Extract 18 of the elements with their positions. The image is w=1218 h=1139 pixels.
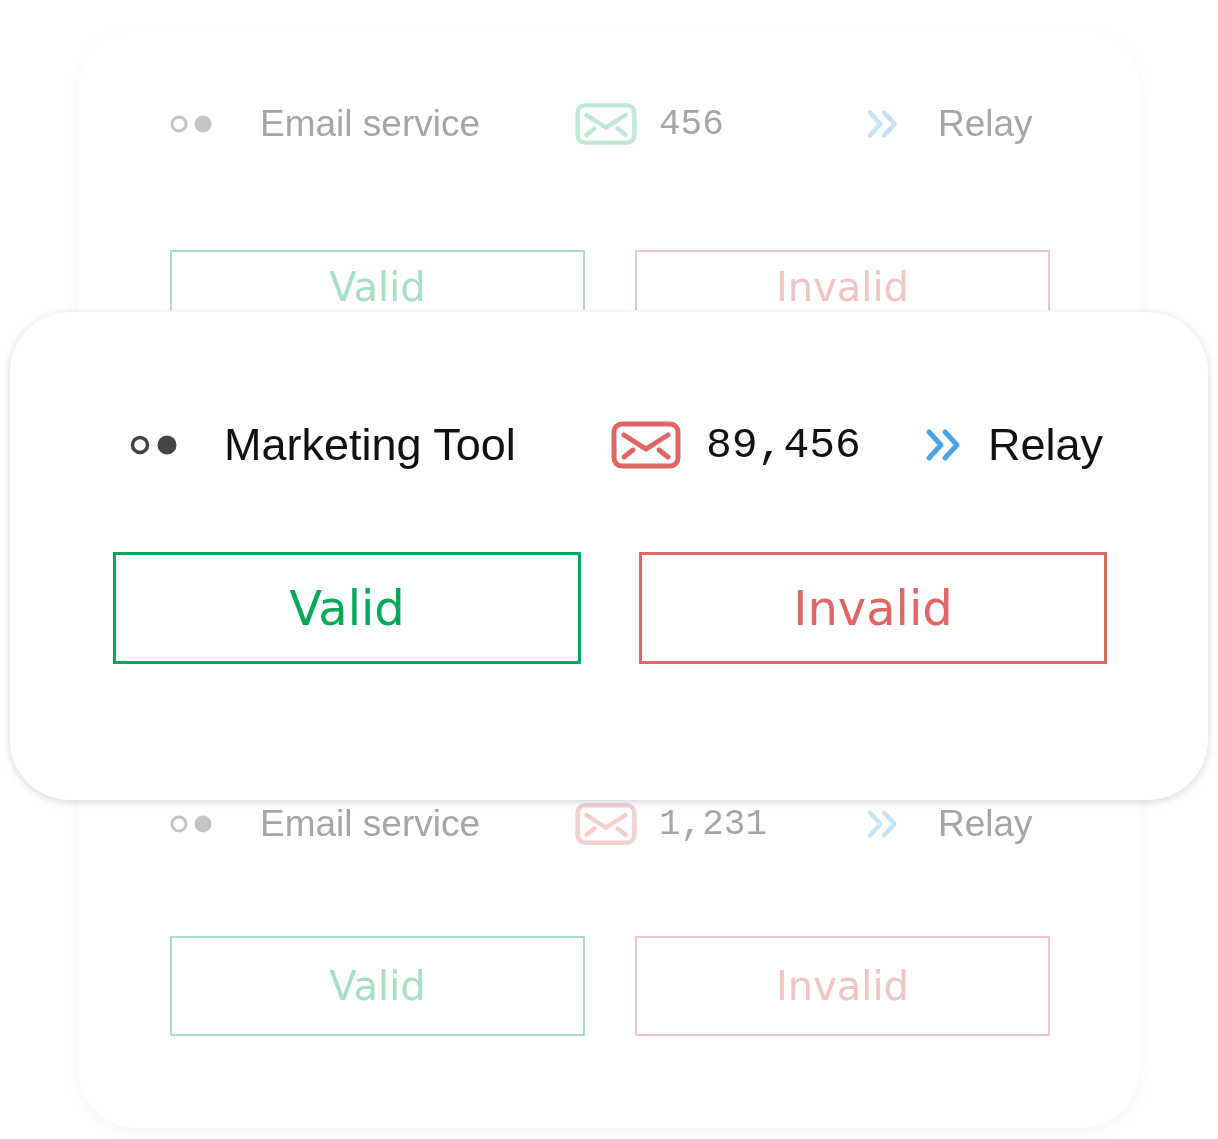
dots-icon — [130, 434, 178, 456]
service-name: Email service — [260, 803, 481, 845]
count: 456 — [659, 103, 725, 145]
status-button[interactable]: Valid — [170, 250, 585, 310]
dots-icon — [170, 814, 214, 834]
status-button[interactable]: Invalid — [635, 250, 1050, 310]
service-name: Email service — [260, 103, 481, 145]
count: 89,456 — [706, 420, 862, 470]
status-button[interactable]: Valid — [113, 552, 581, 664]
relay-label: Relay — [988, 419, 1104, 471]
count: 1,231 — [659, 803, 769, 845]
relay-label: Relay — [938, 103, 1033, 145]
status-button[interactable]: Valid — [170, 936, 585, 1036]
service-name: Marketing Tool — [224, 419, 517, 471]
dots-icon — [170, 114, 214, 134]
relay-label: Relay — [938, 803, 1033, 845]
status-button[interactable]: Invalid — [635, 936, 1050, 1036]
status-button[interactable]: Invalid — [639, 552, 1107, 664]
